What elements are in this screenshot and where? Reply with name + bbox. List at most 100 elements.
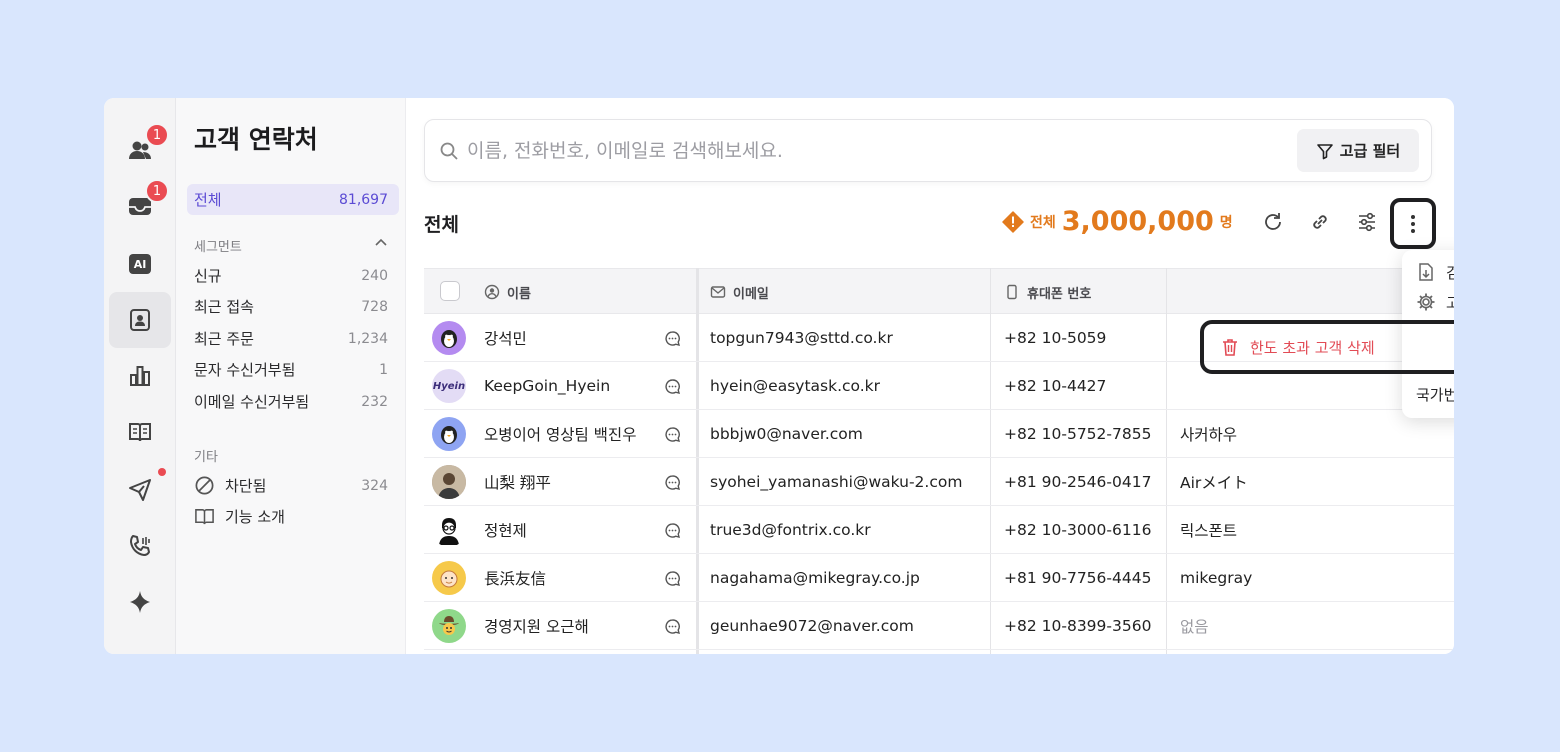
sidebar-item-label: 최근 주문 [194, 330, 254, 348]
link-icon [1313, 215, 1327, 229]
chat-icon[interactable] [664, 618, 681, 635]
total-label: 전체 [1030, 214, 1056, 231]
column-header-email[interactable]: 이메일 [710, 269, 769, 315]
contact-company: mikegray [1180, 569, 1253, 587]
sidebar-item-count: 1 [379, 361, 388, 378]
sidebar-item-segment[interactable]: 이메일 수신거부됨 232 [187, 386, 399, 417]
sidebar-item-count: 1,234 [347, 330, 388, 347]
menu-item-download[interactable]: 검색 결과 다운로드 [1416, 258, 1454, 286]
contact-name: KeepGoin_Hyein [484, 377, 611, 395]
menu-item-profile-settings[interactable]: 고객 프로필 정보 설정 [1416, 288, 1454, 316]
contact-name: 오병이어 영상팀 백진우 [484, 426, 637, 444]
contact-phone: +82 10-8399-3560 [1004, 617, 1152, 635]
menu-item-label: 고객 프로필 정보 설정 [1446, 293, 1454, 312]
rail-contact-book[interactable] [109, 292, 171, 348]
total-unit: 명 [1219, 214, 1233, 231]
menu-item-delete-over-limit[interactable]: 한도 초과 고객 삭제 [1200, 320, 1454, 374]
link-button[interactable] [1300, 202, 1340, 242]
book-icon [195, 509, 214, 525]
avatar [432, 321, 466, 355]
table-row[interactable]: 경영지원 오근해 geunhae9072@naver.com +82 10-83… [424, 602, 1454, 650]
column-settings-button[interactable] [1347, 202, 1387, 242]
rail-statistics[interactable] [109, 348, 171, 404]
table-row[interactable]: 山梨 翔平 syohei_yamanashi@waku-2.com +81 90… [424, 458, 1454, 506]
chat-icon[interactable] [664, 522, 681, 539]
rail-inbox[interactable]: 1 [109, 178, 171, 234]
block-icon [195, 476, 214, 495]
menu-item-label: 국가번호(+82) 없이 복사 [1416, 385, 1454, 404]
rail-ai[interactable]: AI [109, 236, 171, 292]
search-bar: 고급 필터 [424, 119, 1432, 182]
avatar [432, 513, 466, 547]
select-all-checkbox[interactable] [440, 281, 460, 301]
sidebar-item-count: 240 [361, 267, 388, 284]
inbox-badge: 1 [145, 179, 169, 203]
penguin-icon [441, 330, 457, 348]
rail-documents[interactable] [109, 404, 171, 460]
rail-contacts[interactable]: 1 [109, 122, 171, 178]
contact-phone: +82 10-5059 [1004, 329, 1107, 347]
contact-name: 정현제 [484, 522, 527, 540]
chevron-up-icon[interactable] [374, 237, 388, 247]
sidebar-item-segment[interactable]: 신규 240 [187, 260, 399, 291]
send-icon [129, 479, 151, 501]
contact-phone: +82 10-4427 [1004, 377, 1107, 395]
table-row[interactable]: 長浜友信 nagahama@mikegray.co.jp +81 90-7756… [424, 554, 1454, 602]
menu-item-copy-without-code: 국가번호(+82) 없이 복사 ? [1416, 380, 1454, 408]
open-book-icon [129, 423, 151, 442]
contacts-badge: 1 [145, 123, 169, 147]
contact-email: syohei_yamanashi@waku-2.com [710, 473, 963, 491]
table-row[interactable]: 정현제 true3d@fontrix.co.kr +82 10-3000-611… [424, 506, 1454, 554]
trash-icon [1223, 339, 1237, 356]
sidebar-item-label: 전체 [194, 191, 222, 209]
avatar [432, 465, 466, 499]
refresh-button[interactable] [1253, 202, 1293, 242]
penguin-icon [441, 426, 457, 444]
sidebar-item-count: 324 [361, 477, 388, 494]
contact-name: 長浜友信 [484, 570, 547, 588]
contact-email: hyein@easytask.co.kr [710, 377, 881, 395]
rail-campaigns[interactable] [109, 462, 171, 518]
mail-icon [710, 286, 726, 298]
sidebar-item-all[interactable]: 전체 81,697 [187, 184, 399, 215]
avatar: Hyein [432, 369, 466, 403]
contact-email: bbbjw0@naver.com [710, 425, 863, 443]
rail-ai-assistant[interactable] [109, 574, 171, 630]
more-options-button[interactable] [1390, 198, 1436, 249]
column-header-label: 이메일 [733, 286, 769, 302]
column-header-phone[interactable]: 휴대폰 번호 [1004, 269, 1091, 315]
sliders-icon [1359, 212, 1375, 232]
total-value: 3,000,000 [1061, 206, 1214, 237]
phone-icon [130, 535, 150, 556]
sidebar-item-features[interactable]: 기능 소개 [187, 501, 399, 532]
rail-calls[interactable] [109, 518, 171, 574]
contact-email: topgun7943@sttd.co.kr [710, 329, 893, 347]
sidebar-item-segment[interactable]: 문자 수신거부됨 1 [187, 354, 399, 385]
sidebar-item-segment[interactable]: 최근 주문 1,234 [187, 323, 399, 354]
cowboy-avatar-icon [439, 616, 459, 635]
advanced-filter-button[interactable]: 고급 필터 [1297, 129, 1419, 172]
chat-icon[interactable] [664, 378, 681, 395]
chat-icon[interactable] [664, 426, 681, 443]
advanced-filter-label: 고급 필터 [1339, 142, 1401, 160]
chat-icon[interactable] [664, 570, 681, 587]
filter-icon [1316, 143, 1333, 159]
sidebar-item-label: 기능 소개 [225, 508, 285, 526]
sidebar-item-label: 차단됨 [225, 477, 267, 495]
sidebar-item-count: 232 [361, 393, 388, 410]
sidebar-item-count: 728 [361, 298, 388, 315]
search-input[interactable] [467, 139, 1247, 162]
contact-card-icon [130, 309, 150, 331]
sidebar-item-label: 문자 수신거부됨 [194, 361, 296, 379]
segment-section-title: 세그먼트 [194, 240, 242, 255]
sidebar-item-blocked[interactable]: 차단됨 324 [187, 470, 399, 501]
table-row[interactable]: 오병이어 영상팀 백진우 bbbjw0@naver.com +82 10-575… [424, 410, 1454, 458]
chat-icon[interactable] [664, 474, 681, 491]
sidebar-item-segment[interactable]: 최근 접속 728 [187, 291, 399, 322]
mobile-icon [1007, 284, 1017, 300]
avatar [432, 609, 466, 643]
column-header-name[interactable]: 이름 [484, 269, 531, 315]
contact-email: true3d@fontrix.co.kr [710, 521, 871, 539]
file-download-icon [1419, 263, 1433, 281]
chat-icon[interactable] [664, 330, 681, 347]
